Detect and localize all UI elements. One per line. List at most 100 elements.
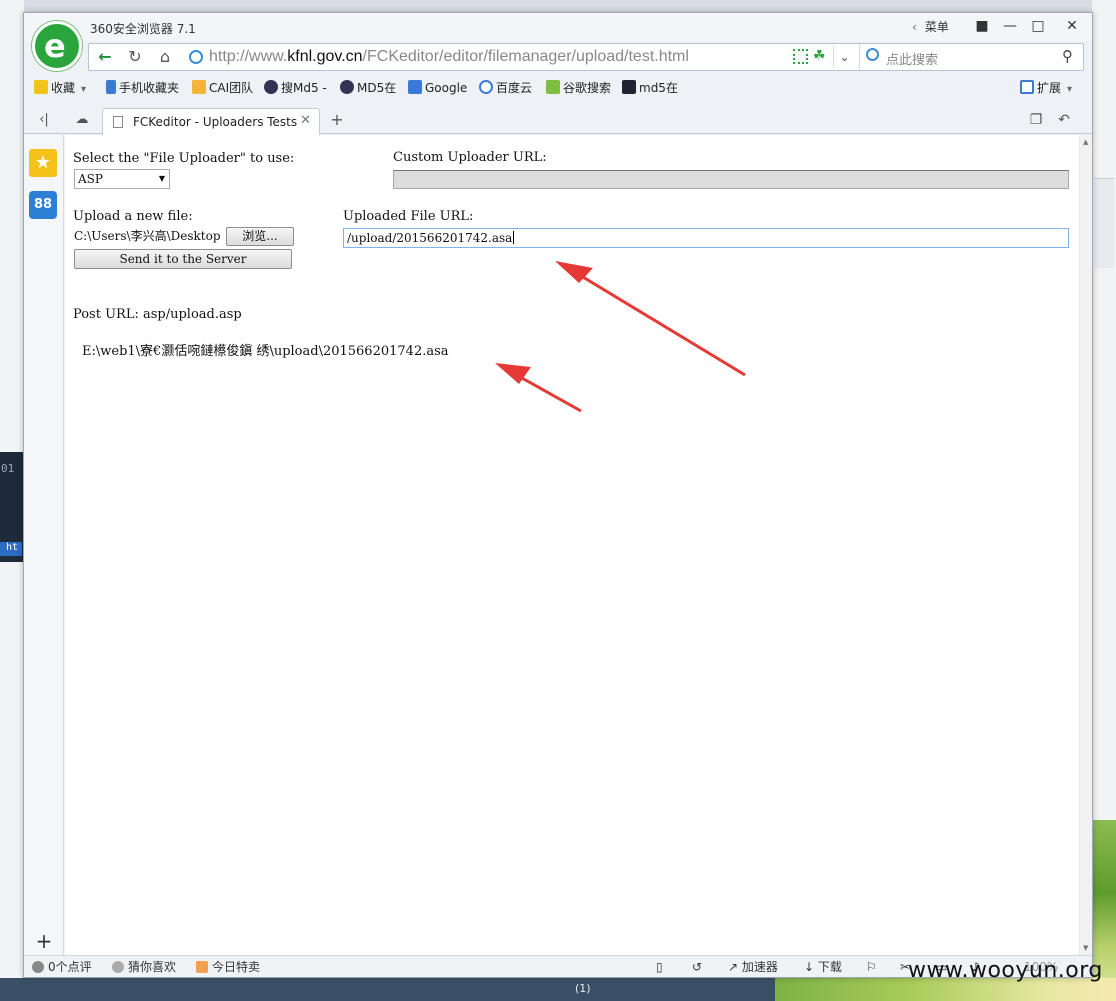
home-button[interactable]: ⌂ [151, 46, 179, 68]
skin-icon[interactable]: ■ [968, 15, 996, 37]
bookmark-item[interactable]: 谷歌搜索 [546, 79, 611, 97]
window-title: 360安全浏览器 7.1 [90, 22, 196, 36]
annotation-arrow-url [555, 261, 746, 377]
browse-button[interactable]: 浏览... [226, 227, 294, 246]
mobile-icon[interactable]: ▯ [656, 959, 663, 975]
bookmark-favorites-label: 收藏 [51, 81, 76, 95]
tab-list-button[interactable]: ‹| [32, 110, 56, 130]
download-button[interactable]: ↓ 下载 [804, 959, 842, 975]
bookmark-label: MD5在 [357, 81, 397, 95]
grid-icon [622, 80, 636, 94]
undo-close-icon[interactable]: ↶ [1054, 112, 1074, 130]
custom-uploader-url-input[interactable] [393, 170, 1069, 189]
apps-icon[interactable]: 88 [29, 191, 57, 219]
menu-label: 菜单 [924, 20, 949, 34]
rocket-icon: ↗ [728, 960, 742, 974]
url-path: /FCKeditor/editor/filemanager/upload/tes… [362, 48, 689, 65]
send-to-server-button[interactable]: Send it to the Server [74, 249, 292, 269]
bookmark-item[interactable]: 搜Md5 - [264, 79, 327, 97]
url-host: kfnl.gov.cn [287, 48, 363, 65]
speed-icon[interactable]: ↺ [692, 959, 702, 975]
extensions-label: 扩展 [1037, 81, 1062, 95]
search-engine-icon [866, 48, 879, 61]
page-counter: (1) [575, 982, 591, 995]
chevron-down-icon[interactable]: ⌄ [833, 46, 855, 68]
comment-icon [32, 961, 44, 973]
accelerator-button[interactable]: ↗ 加速器 [728, 959, 778, 975]
scroll-down-icon[interactable]: ▼ [1083, 944, 1088, 952]
tab-fckeditor[interactable]: FCKeditor - Uploaders Tests ✕ [102, 108, 320, 135]
menu-button[interactable]: ‹ 菜单 [912, 17, 949, 37]
refresh-button[interactable]: ↻ [121, 46, 149, 68]
extensions-button[interactable]: 扩展 ▾ [1020, 79, 1072, 97]
search-icon[interactable]: ⚲ [1062, 47, 1073, 65]
minimize-button[interactable]: — [996, 15, 1024, 37]
globe-icon [189, 50, 203, 64]
vertical-scrollbar[interactable]: ▲ ▼ [1079, 135, 1092, 955]
bookmark-item[interactable]: md5在 [622, 79, 678, 97]
custom-uploader-label: Custom Uploader URL: [393, 150, 547, 165]
qr-code-icon[interactable] [793, 49, 808, 64]
bookmark-item[interactable]: 手机收藏夹 [106, 79, 179, 97]
bookmark-label: CAI团队 [209, 81, 254, 95]
sidebar: ★ 88 + [24, 135, 64, 955]
url-scheme: http://www. [209, 48, 288, 65]
background-left-link: ht [0, 542, 22, 556]
uploader-select[interactable]: ASP ▼ [74, 169, 170, 189]
search-site-icon [546, 80, 560, 94]
deals-label: 今日特卖 [212, 960, 261, 974]
add-sidebar-button[interactable]: + [32, 931, 56, 951]
download-icon: ↓ [804, 960, 818, 974]
bookmark-label: 百度云 [496, 81, 533, 95]
comments-button[interactable]: 0个点评 [32, 959, 92, 975]
deals-button[interactable]: 今日特卖 [196, 959, 260, 975]
restore-window-icon[interactable]: ❐ [1026, 112, 1046, 130]
extensions-icon [1020, 80, 1034, 94]
md5-site-icon [340, 80, 354, 94]
tab-bar: ‹| ☁ FCKeditor - Uploaders Tests ✕ + ❐ ↶ [24, 106, 1092, 135]
bookmark-label: 谷歌搜索 [563, 81, 612, 95]
favorites-star-icon[interactable]: ★ [29, 149, 57, 177]
guess-button[interactable]: 猜你喜欢 [112, 959, 176, 975]
close-button[interactable]: ✕ [1058, 15, 1086, 37]
bookmark-favorites[interactable]: 收藏 ▾ [34, 79, 86, 97]
search-box[interactable]: 点此搜索 ⚲ [859, 44, 1083, 70]
new-tab-button[interactable]: + [326, 110, 348, 130]
chevron-left-icon: ‹ [912, 20, 917, 34]
dot-icon [112, 961, 124, 973]
address-bar: ← ↻ ⌂ http://www.kfnl.gov.cn/FCKeditor/e… [88, 43, 1084, 71]
scroll-up-icon[interactable]: ▲ [1083, 138, 1088, 146]
star-icon [34, 80, 48, 94]
chevron-down-icon: ▾ [81, 84, 87, 95]
browser-window: 360安全浏览器 7.1 ‹ 菜单 ■ — □ ✕ e ← ↻ ⌂ http://… [23, 12, 1093, 978]
tab-label: FCKeditor - Uploaders Tests [133, 115, 298, 129]
cloud-tabs-icon[interactable]: ☁ [70, 110, 94, 130]
bookmark-label: 搜Md5 - [281, 81, 327, 95]
url-input[interactable]: http://www.kfnl.gov.cn/FCKeditor/editor/… [209, 48, 689, 66]
uploaded-file-url-label: Uploaded File URL: [343, 209, 474, 224]
bookmark-item[interactable]: 百度云 [479, 79, 532, 97]
bookmark-item[interactable]: MD5在 [340, 79, 396, 97]
search-placeholder: 点此搜索 [886, 53, 939, 68]
file-path-input[interactable]: C:\Users\李兴高\Desktop [74, 227, 224, 245]
background-dark-panel: 01 ht [0, 452, 24, 562]
maximize-button[interactable]: □ [1024, 15, 1052, 37]
chevron-down-icon: ▾ [1067, 84, 1073, 95]
bookmark-item[interactable]: Google [408, 79, 467, 97]
cloud-icon [479, 80, 493, 94]
annotation-arrow-path [495, 363, 582, 413]
title-bar: 360安全浏览器 7.1 ‹ 菜单 ■ — □ ✕ [24, 13, 1092, 41]
bookmark-item[interactable]: CAI团队 [192, 79, 253, 97]
google-icon [408, 80, 422, 94]
flag-icon[interactable]: ⚐ [866, 959, 877, 975]
page-content: Select the "File Uploader" to use: ASP ▼… [65, 135, 1079, 955]
phone-icon [106, 80, 116, 94]
back-button[interactable]: ← [91, 46, 119, 68]
document-icon [113, 116, 123, 128]
background-left-text: 01 [1, 462, 15, 475]
leaf-icon[interactable]: ☘ [813, 48, 828, 64]
uploaded-file-url-input[interactable]: /upload/201566201742.asa [343, 228, 1069, 248]
tab-close-icon[interactable]: ✕ [300, 113, 311, 128]
guess-label: 猜你喜欢 [128, 960, 177, 974]
uploader-select-value: ASP [78, 172, 103, 186]
